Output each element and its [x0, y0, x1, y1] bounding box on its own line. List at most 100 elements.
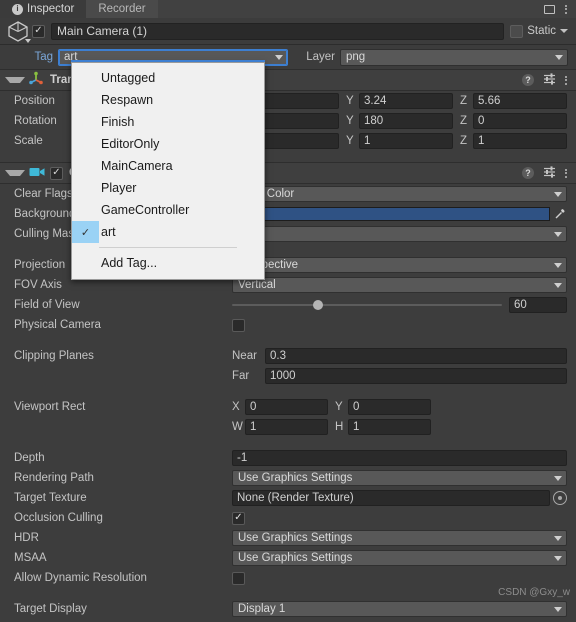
physical-camera-label: Physical Camera	[14, 319, 101, 331]
allow-dynamic-resolution-checkbox[interactable]: ✓	[232, 571, 245, 585]
tag-menu-item[interactable]: EditorOnly	[72, 133, 264, 155]
scale-y-field[interactable]: 1	[359, 133, 453, 149]
viewport-rect-label: Viewport Rect	[14, 401, 86, 413]
help-icon[interactable]: ?	[522, 167, 534, 179]
preset-settings-icon[interactable]	[543, 165, 556, 181]
lock-icon[interactable]	[544, 4, 555, 14]
culling-mask-dropdown[interactable]: png	[232, 226, 567, 242]
kebab-menu-icon[interactable]	[565, 4, 567, 14]
physical-camera-checkbox[interactable]: ✓	[232, 318, 245, 332]
tab-recorder[interactable]: Recorder	[86, 0, 158, 18]
camera-icon	[29, 166, 45, 181]
chevron-down-icon[interactable]	[560, 29, 568, 33]
tag-menu-item[interactable]: Respawn	[72, 89, 264, 111]
game-object-cube-icon	[6, 19, 32, 43]
object-picker-icon[interactable]	[553, 491, 567, 505]
kebab-menu-icon[interactable]	[565, 168, 567, 178]
kebab-menu-icon[interactable]	[565, 75, 567, 85]
inspector-tab-bar: i Inspector Recorder	[0, 0, 576, 18]
static-toggle[interactable]: Static	[510, 24, 568, 38]
viewport-x-field[interactable]: 0	[245, 399, 328, 415]
chevron-down-icon	[554, 475, 562, 481]
depth-row: Depth -1	[0, 448, 576, 468]
camera-enabled-checkbox[interactable]: ✓	[50, 166, 63, 180]
tag-menu-item[interactable]: MainCamera	[72, 155, 264, 177]
tab-inspector[interactable]: i Inspector	[0, 0, 87, 18]
clipping-planes-near-row: Clipping Planes Near 0.3	[0, 346, 576, 366]
check-placeholder	[72, 67, 99, 89]
eyedropper-icon[interactable]	[552, 206, 567, 222]
field-of-view-control: 60	[232, 297, 567, 313]
field-of-view-label: Field of View	[14, 299, 80, 311]
rendering-path-dropdown[interactable]: Use Graphics Settings	[232, 470, 567, 486]
occlusion-culling-row: Occlusion Culling ✓	[0, 508, 576, 528]
hdr-dropdown[interactable]: Use Graphics Settings	[232, 530, 567, 546]
chevron-down-icon	[554, 555, 562, 561]
rotation-y-field[interactable]: 180	[359, 113, 453, 129]
msaa-value: Use Graphics Settings	[238, 552, 353, 564]
field-of-view-slider[interactable]	[232, 298, 502, 312]
static-checkbox[interactable]	[510, 24, 524, 38]
background-color-field[interactable]	[232, 206, 567, 222]
transform-header-icons: ?	[522, 72, 567, 88]
fov-axis-dropdown[interactable]: Vertical	[232, 277, 567, 293]
foldout-arrow-icon[interactable]	[5, 77, 25, 83]
viewport-h-field[interactable]: 1	[348, 419, 431, 435]
field-of-view-value[interactable]: 60	[509, 297, 567, 313]
slider-knob[interactable]	[313, 300, 323, 310]
tag-menu-item-label: EditorOnly	[101, 137, 160, 151]
tag-dropdown-menu[interactable]: Untagged Respawn Finish EditorOnly MainCamer…	[71, 62, 265, 280]
far-field[interactable]: 1000	[265, 368, 567, 384]
tag-menu-top-border	[71, 60, 265, 62]
target-display-dropdown[interactable]: Display 1	[232, 601, 567, 617]
add-tag-menu-item[interactable]: Add Tag...	[72, 252, 264, 274]
rotation-z-field[interactable]: 0	[473, 113, 567, 129]
check-placeholder	[72, 111, 99, 133]
msaa-dropdown[interactable]: Use Graphics Settings	[232, 550, 567, 566]
viewport-w-field[interactable]: 1	[245, 419, 328, 435]
layer-dropdown[interactable]: png	[340, 48, 568, 66]
layer-label: Layer	[306, 51, 335, 63]
depth-field[interactable]: -1	[232, 450, 567, 466]
viewport-y-field[interactable]: 0	[348, 399, 431, 415]
camera-spacer-2	[0, 335, 576, 346]
tag-menu-item[interactable]: ✓ art	[72, 221, 264, 243]
target-display-label: Target Display	[14, 603, 87, 615]
target-texture-field[interactable]: None (Render Texture)	[232, 490, 550, 506]
preset-settings-icon[interactable]	[543, 72, 556, 88]
help-icon[interactable]: ?	[522, 74, 534, 86]
layer-value: png	[346, 51, 366, 63]
tag-menu-item[interactable]: GameController	[72, 199, 264, 221]
tag-menu-item[interactable]: Untagged	[72, 67, 264, 89]
background-color-swatch[interactable]	[232, 207, 550, 221]
object-name-field[interactable]: Main Camera (1)	[51, 22, 505, 40]
slider-track	[232, 304, 502, 306]
projection-dropdown[interactable]: Perspective	[232, 257, 567, 273]
foldout-arrow-icon[interactable]	[5, 170, 25, 176]
position-z-field[interactable]: 5.66	[473, 93, 567, 109]
tag-menu-item[interactable]: Finish	[72, 111, 264, 133]
object-enabled-checkbox[interactable]: ✓	[32, 24, 45, 38]
near-field[interactable]: 0.3	[265, 348, 567, 364]
clear-flags-dropdown[interactable]: Solid Color	[232, 186, 567, 202]
tab-bar-controls	[544, 0, 576, 18]
check-placeholder	[72, 177, 99, 199]
tag-menu-item-label: MainCamera	[101, 159, 173, 173]
camera-spacer-4	[0, 437, 576, 448]
tag-menu-item-label: Player	[101, 181, 137, 195]
hdr-row: HDR Use Graphics Settings	[0, 528, 576, 548]
chevron-down-icon	[554, 282, 562, 288]
check-placeholder	[72, 199, 99, 221]
scale-z-field[interactable]: 1	[473, 133, 567, 149]
target-display-row: Target Display Display 1	[0, 599, 576, 619]
occlusion-culling-checkbox[interactable]: ✓	[232, 511, 245, 525]
near-label: Near	[232, 350, 257, 362]
msaa-label: MSAA	[14, 552, 47, 564]
position-y-field[interactable]: 3.24	[359, 93, 453, 109]
msaa-row: MSAA Use Graphics Settings	[0, 548, 576, 568]
chevron-down-icon	[554, 606, 562, 612]
rotation-vector: X 18 Y 180 Z 0	[232, 113, 567, 129]
target-display-value: Display 1	[238, 603, 286, 615]
tag-menu-item[interactable]: Player	[72, 177, 264, 199]
viewport-x-label: X	[232, 401, 240, 413]
